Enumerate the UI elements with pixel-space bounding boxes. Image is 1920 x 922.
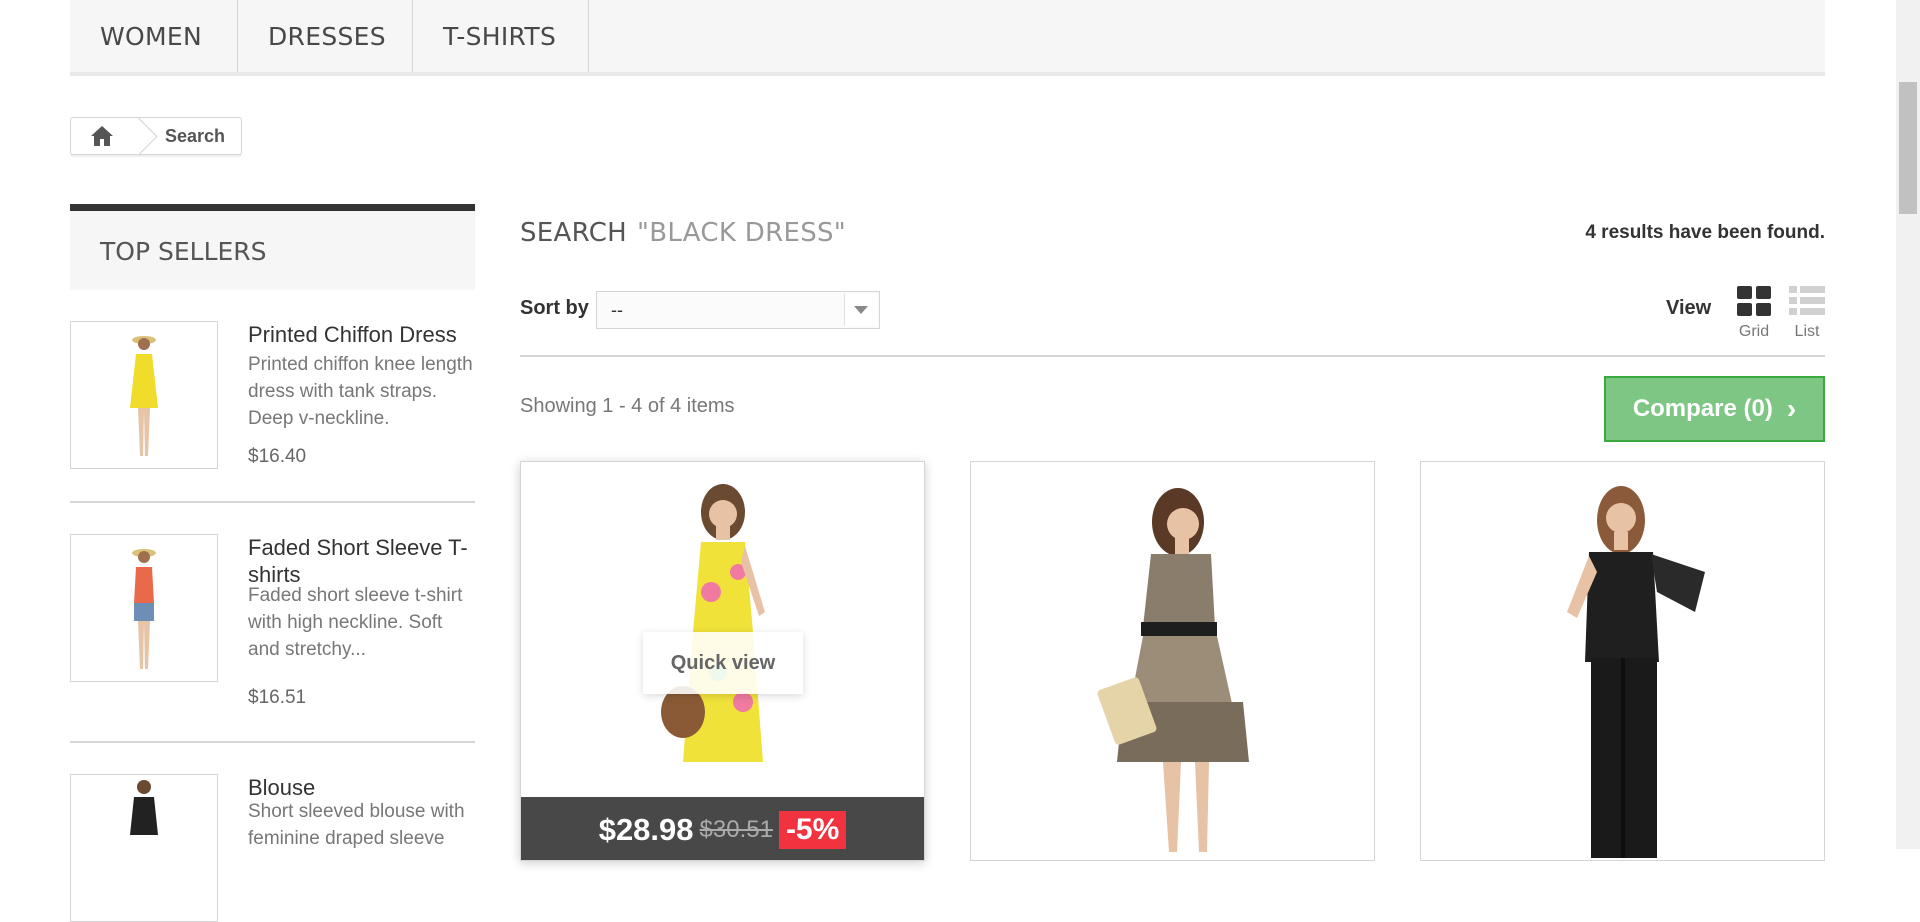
divider [70,501,475,503]
compare-button[interactable]: Compare (0) › [1604,376,1825,442]
sort-by-label: Sort by [520,297,589,319]
sort-select-value: -- [611,300,623,320]
view-list-label: List [1794,323,1820,340]
top-seller-price: $16.40 [248,446,307,467]
grid-icon [1737,286,1771,316]
page-title: SEARCH "BLACK DRESS" [520,218,846,248]
scrollbar-thumb[interactable] [1899,82,1917,214]
menu-item-dresses[interactable]: DRESSES [238,0,413,72]
vertical-scrollbar[interactable] [1896,0,1920,849]
divider [70,741,475,743]
product-image[interactable] [1421,462,1824,860]
top-menu: WOMEN DRESSES T-SHIRTS [70,0,1825,76]
price-bar: $28.98 $30.51 -5% [521,797,924,860]
view-grid-label: Grid [1738,323,1770,340]
top-seller-name[interactable]: Faded Short Sleeve T-shirts [248,534,478,588]
divider [520,355,1825,357]
top-sellers-header: TOP SELLERS [70,204,475,290]
compare-label: Compare (0) [1632,395,1773,422]
product-price: $28.98 [598,811,694,847]
product-thumbnail [130,780,158,835]
product-photo [1097,488,1249,852]
top-sellers-title: TOP SELLERS [100,237,267,266]
top-seller-image[interactable] [70,774,218,922]
product-card[interactable] [970,461,1375,861]
menu-item-tshirts[interactable]: T-SHIRTS [413,0,589,72]
breadcrumb: Search [70,117,242,156]
menu-item-women[interactable]: WOMEN [70,0,238,72]
discount-badge: -5% [778,810,847,849]
search-query: "BLACK DRESS" [637,218,847,248]
product-thumbnail [132,549,156,669]
product-photo [1566,486,1705,858]
top-seller-description: Printed chiffon knee length dress with t… [248,354,473,429]
product-thumbnail [130,336,158,456]
view-list-button[interactable]: List [1787,286,1827,341]
quick-view-button[interactable]: Quick view [643,632,803,694]
chevron-right-icon: › [1786,393,1797,424]
product-image[interactable] [971,462,1374,860]
sort-select[interactable]: -- [596,291,880,329]
breadcrumb-current: Search [165,126,226,146]
chevron-down-icon[interactable] [844,294,877,326]
top-seller-image[interactable] [70,321,218,469]
product-card[interactable]: Quick view $28.98 $30.51 -5% [520,461,925,861]
home-icon [91,126,113,146]
list-icon [1789,286,1825,315]
top-seller-price: $16.51 [248,687,307,708]
top-seller-description: Faded short sleeve t-shirt with high nec… [248,585,463,660]
view-label: View [1666,297,1712,319]
showing-count: Showing 1 - 4 of 4 items [520,395,735,417]
top-seller-name[interactable]: Printed Chiffon Dress [248,321,478,348]
top-seller-description: Short sleeved blouse with feminine drape… [248,801,465,849]
top-seller-name[interactable]: Blouse [248,774,478,801]
results-count: 4 results have been found. [1585,222,1825,243]
search-label: SEARCH [520,218,627,248]
top-seller-image[interactable] [70,534,218,682]
product-old-price: $30.51 [699,815,773,843]
product-card[interactable] [1420,461,1825,861]
view-grid-button[interactable]: Grid [1734,286,1774,341]
